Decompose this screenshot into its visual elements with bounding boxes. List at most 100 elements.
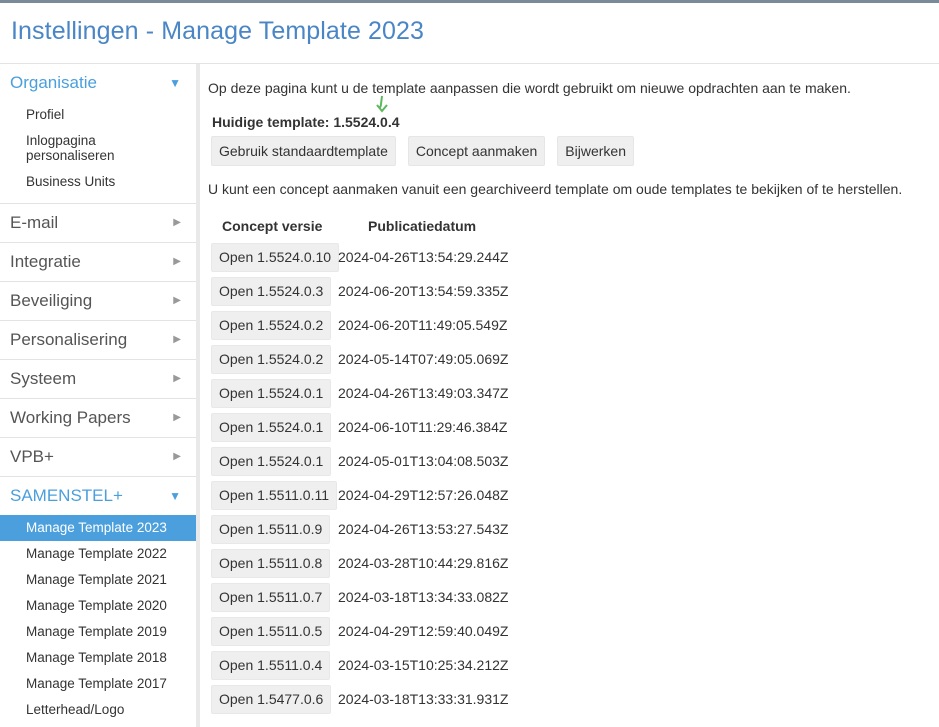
open-version-button[interactable]: Open 1.5477.0.6	[211, 684, 332, 714]
samenstel-submenu: Manage Template 2023 Manage Template 202…	[0, 515, 196, 723]
open-version-button[interactable]: Open 1.5524.0.1	[211, 412, 332, 442]
sidebar-item-manage-template-2021[interactable]: Manage Template 2021	[0, 567, 196, 593]
table-row: Open 1.5524.0.1 2024-04-26T13:49:03.347Z	[211, 376, 508, 410]
use-default-template-button[interactable]: Gebruik standaardtemplate	[211, 136, 396, 166]
publication-date: 2024-03-28T10:44:29.816Z	[338, 555, 509, 571]
arrow-down-icon	[376, 95, 388, 113]
sidebar-item-manage-template-2022[interactable]: Manage Template 2022	[0, 541, 196, 567]
open-version-button[interactable]: Open 1.5511.0.8	[211, 548, 331, 578]
table-row: Open 1.5511.0.9 2024-04-26T13:53:27.543Z	[211, 512, 508, 546]
open-version-button[interactable]: Open 1.5524.0.2	[211, 344, 332, 374]
sidebar-header-systeem[interactable]: Systeem ▶	[0, 360, 196, 398]
table-row: Open 1.5524.0.3 2024-06-20T13:54:59.335Z	[211, 274, 508, 308]
publication-date: 2024-05-01T13:04:08.503Z	[338, 453, 509, 469]
column-header-version: Concept versie	[222, 218, 323, 234]
table-row: Open 1.5524.0.10 2024-04-26T13:54:29.244Z	[211, 240, 508, 274]
publication-date: 2024-03-15T10:25:34.212Z	[338, 657, 509, 673]
open-version-button[interactable]: Open 1.5524.0.1	[211, 378, 332, 408]
publication-date: 2024-04-29T12:57:26.048Z	[338, 487, 509, 503]
sidebar-section-systeem: Systeem ▶	[0, 360, 196, 399]
table-row: Open 1.5511.0.5 2024-04-29T12:59:40.049Z	[211, 614, 508, 648]
sidebar-section-working-papers: Working Papers ▶	[0, 399, 196, 438]
sidebar-header-label: Organisatie	[10, 73, 97, 92]
publication-date: 2024-04-26T13:53:27.543Z	[338, 521, 509, 537]
publication-date: 2024-06-10T11:29:46.384Z	[338, 419, 508, 435]
sidebar-section-personalisering: Personalisering ▶	[0, 321, 196, 360]
sidebar-section-organisatie: Organisatie ▼ Profiel Inlogpagina person…	[0, 64, 196, 204]
sidebar-header-email[interactable]: E-mail ▶	[0, 204, 196, 242]
sidebar-item-manage-template-2019[interactable]: Manage Template 2019	[0, 619, 196, 645]
sidebar-header-integratie[interactable]: Integratie ▶	[0, 243, 196, 281]
sidebar-section-vpb: VPB+ ▶	[0, 438, 196, 477]
sidebar-section-samenstel: SAMENSTEL+ ▼ Manage Template 2023 Manage…	[0, 477, 196, 723]
publication-date: 2024-05-14T07:49:05.069Z	[338, 351, 509, 367]
sidebar-divider	[196, 64, 200, 727]
table-body: Open 1.5524.0.10 2024-04-26T13:54:29.244Z…	[211, 240, 508, 716]
intro-text: Op deze pagina kunt u de template aanpas…	[208, 80, 851, 96]
sidebar-header-working-papers[interactable]: Working Papers ▶	[0, 399, 196, 437]
sidebar-item-profiel[interactable]: Profiel	[0, 102, 196, 128]
open-version-button[interactable]: Open 1.5511.0.11	[211, 480, 338, 510]
sidebar-item-manage-template-2020[interactable]: Manage Template 2020	[0, 593, 196, 619]
sidebar-section-beveiliging: Beveiliging ▶	[0, 282, 196, 321]
sidebar-header-beveiliging[interactable]: Beveiliging ▶	[0, 282, 196, 320]
sidebar-item-manage-template-2017[interactable]: Manage Template 2017	[0, 671, 196, 697]
table-row: Open 1.5524.0.2 2024-06-20T11:49:05.549Z	[211, 308, 507, 342]
publication-date: 2024-04-26T13:54:29.244Z	[338, 249, 509, 265]
open-version-button[interactable]: Open 1.5524.0.2	[211, 310, 332, 340]
caret-right-icon: ▶	[173, 373, 181, 384]
publication-date: 2024-04-29T12:59:40.049Z	[338, 623, 509, 639]
column-header-date: Publicatiedatum	[368, 218, 477, 234]
open-version-button[interactable]: Open 1.5511.0.9	[211, 514, 331, 544]
page-title: Instellingen - Manage Template 2023	[11, 17, 425, 45]
publication-date: 2024-03-18T13:33:31.931Z	[338, 691, 509, 707]
table-row: Open 1.5511.0.4 2024-03-15T10:25:34.212Z	[211, 648, 508, 682]
table-row: Open 1.5511.0.11 2024-04-29T12:57:26.048Z	[211, 478, 508, 512]
sidebar-header-personalisering[interactable]: Personalisering ▶	[0, 321, 196, 359]
sidebar-section-email: E-mail ▶	[0, 204, 196, 243]
sidebar-header-samenstel[interactable]: SAMENSTEL+ ▼	[0, 477, 196, 515]
sidebar-item-inlogpagina[interactable]: Inlogpagina personaliseren	[0, 128, 196, 169]
table-row: Open 1.5524.0.1 2024-05-01T13:04:08.503Z	[211, 444, 508, 478]
open-version-button[interactable]: Open 1.5524.0.10	[211, 242, 340, 272]
action-buttons: Gebruik standaardtemplate Concept aanmak…	[211, 136, 634, 166]
sidebar-header-label: Beveiliging	[10, 291, 93, 310]
sidebar-header-label: VPB+	[10, 447, 54, 466]
caret-right-icon: ▶	[173, 295, 181, 306]
top-accent-bar	[0, 0, 939, 3]
table-row: Open 1.5511.0.7 2024-03-18T13:34:33.082Z	[211, 580, 508, 614]
open-version-button[interactable]: Open 1.5524.0.1	[211, 446, 332, 476]
table-row: Open 1.5477.0.6 2024-03-18T13:33:31.931Z	[211, 682, 508, 716]
caret-down-icon: ▼	[169, 76, 181, 90]
sidebar-header-label: E-mail	[10, 213, 59, 232]
publication-date: 2024-03-18T13:34:33.082Z	[338, 589, 509, 605]
sidebar: Organisatie ▼ Profiel Inlogpagina person…	[0, 64, 196, 727]
sidebar-item-manage-template-2023[interactable]: Manage Template 2023	[0, 515, 196, 541]
caret-right-icon: ▶	[173, 256, 181, 267]
info-text: U kunt een concept aanmaken vanuit een g…	[208, 181, 903, 197]
sidebar-header-vpb[interactable]: VPB+ ▶	[0, 438, 196, 476]
caret-right-icon: ▶	[173, 217, 181, 228]
organisatie-submenu: Profiel Inlogpagina personaliseren Busin…	[0, 102, 196, 203]
update-button[interactable]: Bijwerken	[557, 136, 634, 166]
table-row: Open 1.5524.0.1 2024-06-10T11:29:46.384Z	[211, 410, 507, 444]
caret-right-icon: ▶	[173, 334, 181, 345]
sidebar-header-organisatie[interactable]: Organisatie ▼	[0, 64, 196, 102]
sidebar-item-letterhead-logo[interactable]: Letterhead/Logo	[0, 697, 196, 723]
sidebar-header-label: Personalisering	[10, 330, 128, 349]
create-concept-button[interactable]: Concept aanmaken	[407, 136, 546, 166]
sidebar-header-label: Systeem	[10, 369, 77, 388]
table-row: Open 1.5524.0.2 2024-05-14T07:49:05.069Z	[211, 342, 508, 376]
sidebar-header-label: Integratie	[10, 252, 81, 271]
open-version-button[interactable]: Open 1.5524.0.3	[211, 276, 332, 306]
open-version-button[interactable]: Open 1.5511.0.7	[211, 582, 331, 612]
sidebar-item-manage-template-2018[interactable]: Manage Template 2018	[0, 645, 196, 671]
table-row: Open 1.5511.0.8 2024-03-28T10:44:29.816Z	[211, 546, 508, 580]
caret-right-icon: ▶	[173, 412, 181, 423]
sidebar-header-label: Working Papers	[10, 408, 131, 427]
sidebar-item-business-units[interactable]: Business Units	[0, 169, 196, 195]
open-version-button[interactable]: Open 1.5511.0.5	[211, 616, 331, 646]
concept-table: Concept versie Publicatiedatum Open 1.55…	[211, 214, 508, 716]
open-version-button[interactable]: Open 1.5511.0.4	[211, 650, 331, 680]
caret-right-icon: ▶	[173, 451, 181, 462]
